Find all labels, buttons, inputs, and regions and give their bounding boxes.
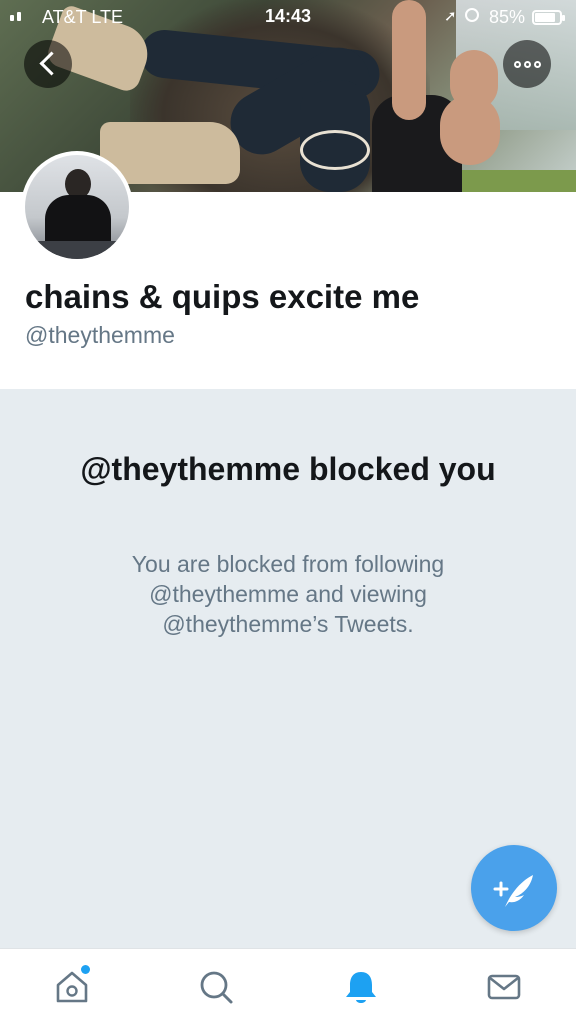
battery-fill (535, 13, 556, 22)
profile-handle: @theythemme (25, 322, 175, 348)
alarm-icon (465, 8, 479, 22)
mail-icon (487, 974, 521, 1000)
tab-search[interactable] (192, 963, 240, 1011)
profile-display-name: chains & quips excite me (25, 278, 420, 315)
banner-shoulder (440, 95, 500, 165)
compose-tweet-icon (493, 875, 533, 907)
bottom-tab-bar (0, 948, 576, 1024)
profile-avatar[interactable] (21, 151, 133, 263)
banner-grass (456, 170, 576, 192)
more-options-button[interactable] (503, 40, 551, 88)
battery-icon (532, 10, 565, 25)
blocked-message: You are blocked from following @theythem… (131, 551, 445, 637)
banner-rope (300, 130, 370, 170)
tab-home[interactable] (48, 963, 96, 1011)
back-button[interactable] (24, 40, 72, 88)
battery-percent: 85% (489, 7, 526, 27)
status-bar: AT&T LTE 14:43 ➚ 85% (0, 0, 576, 34)
more-dots-icon (514, 61, 541, 68)
avatar-desk (25, 241, 129, 259)
avatar-image (25, 155, 129, 259)
search-icon (200, 971, 233, 1004)
compose-tweet-button[interactable] (471, 845, 557, 931)
tab-messages[interactable] (480, 963, 528, 1011)
blocked-title: @theythemme blocked you (80, 451, 496, 487)
bell-icon (346, 972, 376, 1003)
tab-notifications[interactable] (337, 963, 385, 1011)
notification-badge-dot (81, 965, 90, 974)
location-arrow-icon: ➚ (444, 8, 457, 25)
